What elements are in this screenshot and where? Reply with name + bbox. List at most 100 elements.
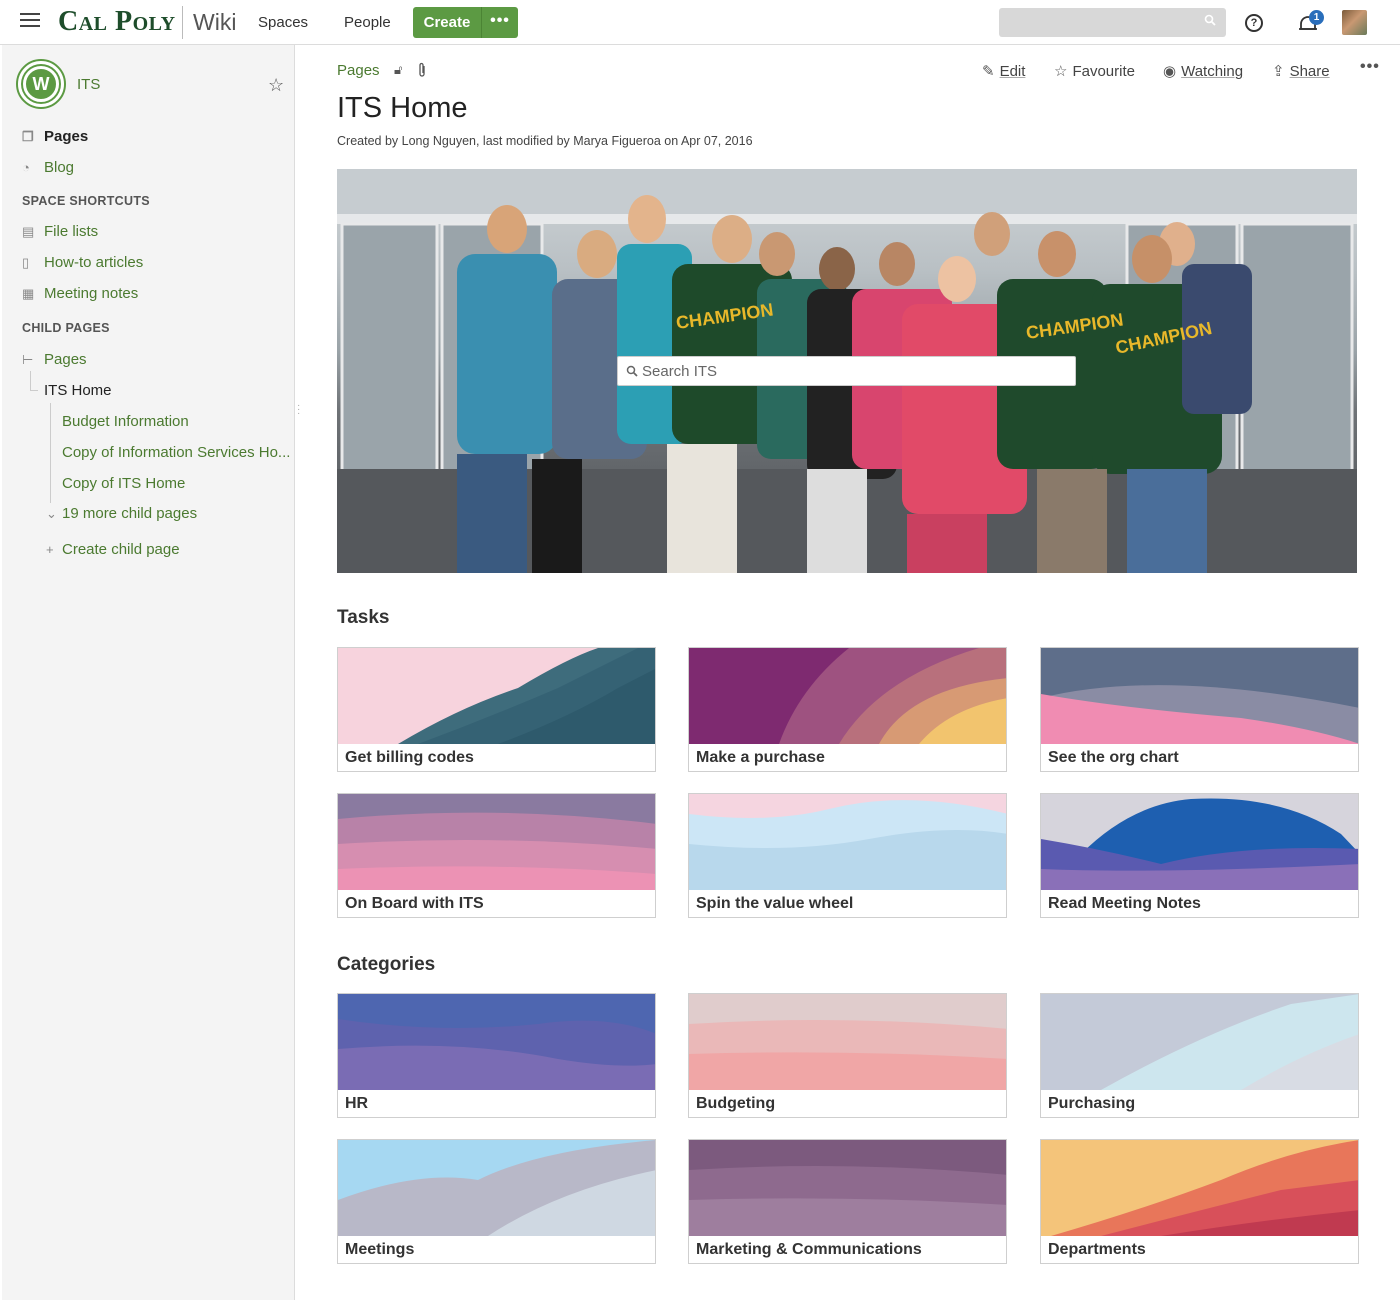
top-navigation-bar: Cal Poly Wiki Spaces People Create ••• ?… [0, 0, 1400, 45]
card-label: Meetings [345, 1241, 415, 1258]
attachment-icon[interactable] [417, 62, 427, 78]
page-tree-icon: ⊢ [22, 352, 34, 367]
category-card-marketing[interactable]: Marketing & Communications [688, 1139, 1007, 1264]
space-name[interactable]: ITS [77, 76, 100, 93]
child-pages-heading: CHILD PAGES [22, 321, 110, 335]
card-label: Spin the value wheel [696, 895, 854, 912]
category-card-budgeting[interactable]: Budgeting [688, 993, 1007, 1118]
card-label: Make a purchase [696, 749, 825, 766]
card-banner [338, 794, 655, 890]
task-card-make-purchase[interactable]: Make a purchase [688, 647, 1007, 772]
pencil-icon: ✎ [982, 63, 995, 80]
more-child-pages-label: 19 more child pages [62, 505, 198, 522]
create-child-page-label: Create child page [62, 541, 180, 558]
category-card-purchasing[interactable]: Purchasing [1040, 993, 1359, 1118]
global-search-input[interactable] [999, 8, 1226, 37]
notification-count-badge[interactable]: 1 [1309, 10, 1324, 25]
tree-connector [30, 371, 31, 391]
categories-heading: Categories [337, 954, 436, 975]
more-actions-icon[interactable]: ••• [1360, 58, 1380, 76]
card-banner [1041, 794, 1358, 890]
hero-search-input[interactable]: Search ITS [617, 356, 1076, 386]
shortcut-label: File lists [44, 223, 99, 240]
rss-icon: ◔ [22, 160, 30, 175]
sidebar-item-blog[interactable]: ◔ Blog [22, 159, 74, 176]
file-list-icon: ▤ [22, 224, 35, 239]
card-banner [689, 1140, 1006, 1236]
card-banner [1041, 1140, 1358, 1236]
calendar-icon: ▦ [22, 286, 35, 301]
card-banner [689, 994, 1006, 1090]
sidebar-item-pages[interactable]: ❐ Pages [22, 128, 88, 145]
card-label: Read Meeting Notes [1048, 895, 1201, 912]
create-button[interactable]: Create [413, 7, 481, 38]
task-card-billing-codes[interactable]: Get billing codes [337, 647, 656, 772]
card-banner [689, 648, 1006, 744]
sidebar-item-label: Pages [44, 128, 89, 145]
task-card-meeting-notes[interactable]: Read Meeting Notes [1040, 793, 1359, 918]
card-banner [338, 1140, 655, 1236]
card-label: Marketing & Communications [696, 1241, 922, 1258]
create-more-button[interactable]: ••• [481, 7, 518, 38]
card-label: See the org chart [1048, 749, 1179, 766]
shortcut-how-to-articles[interactable]: ▯ How-to articles [22, 254, 143, 271]
breadcrumb[interactable]: Pages [337, 62, 380, 79]
category-card-hr[interactable]: HR [337, 993, 656, 1118]
more-child-pages-toggle[interactable]: ⌄ 19 more child pages [46, 505, 197, 522]
unlocked-icon[interactable]: 🔓︎ [394, 62, 402, 78]
document-icon: ▯ [22, 255, 30, 270]
space-logo[interactable]: W [16, 59, 66, 109]
card-label: HR [345, 1095, 369, 1112]
sidebar-resize-handle[interactable]: · · · [297, 401, 301, 419]
star-icon[interactable]: ☆ [268, 75, 284, 96]
category-card-departments[interactable]: Departments [1040, 1139, 1359, 1264]
sidebar-item-label: Blog [44, 159, 75, 176]
tree-item-current[interactable]: ITS Home [44, 382, 112, 399]
tree-item-label: Pages [44, 351, 87, 368]
favourite-button[interactable]: ☆ Favourite [1054, 62, 1135, 80]
help-icon[interactable]: ? [1245, 14, 1263, 32]
tree-child-item[interactable]: Budget Information [62, 413, 189, 430]
tree-child-item[interactable]: Copy of Information Services Ho... [62, 444, 290, 461]
hero-search-placeholder: Search ITS [642, 363, 718, 380]
menu-icon[interactable] [20, 13, 40, 31]
card-label: On Board with ITS [345, 895, 484, 912]
chevron-down-icon: ⌄ [46, 506, 57, 521]
create-child-page-link[interactable]: + Create child page [46, 541, 180, 558]
card-banner [1041, 994, 1358, 1090]
star-icon: ☆ [1054, 63, 1068, 80]
space-sidebar: W ITS ☆ ❐ Pages ◔ Blog SPACE SHORTCUTS ▤ Fi… [2, 45, 295, 1300]
card-banner [689, 794, 1006, 890]
tree-connector [30, 390, 38, 391]
share-button[interactable]: ⇪ Share [1272, 62, 1330, 80]
card-banner [1041, 648, 1358, 744]
nav-people[interactable]: People [344, 14, 391, 31]
search-icon [626, 365, 638, 377]
tree-root-pages[interactable]: ⊢ Pages [22, 351, 87, 368]
task-card-value-wheel[interactable]: Spin the value wheel [688, 793, 1007, 918]
space-shortcuts-heading: SPACE SHORTCUTS [22, 194, 150, 208]
card-banner [338, 648, 655, 744]
cal-poly-logo[interactable]: Cal Poly [58, 6, 176, 38]
card-label: Get billing codes [345, 749, 474, 766]
share-icon: ⇪ [1272, 63, 1285, 80]
user-avatar[interactable] [1342, 10, 1367, 35]
task-card-on-board[interactable]: On Board with ITS [337, 793, 656, 918]
space-logo-letter: W [23, 66, 59, 102]
shortcut-label: How-to articles [44, 254, 144, 271]
search-icon [1204, 14, 1216, 26]
shortcut-file-lists[interactable]: ▤ File lists [22, 223, 98, 240]
shortcut-meeting-notes[interactable]: ▦ Meeting notes [22, 285, 138, 302]
watching-button[interactable]: ◉ Watching [1163, 62, 1243, 80]
wiki-label[interactable]: Wiki [193, 9, 236, 36]
card-label: Budgeting [696, 1095, 776, 1112]
tree-child-item[interactable]: Copy of ITS Home [62, 475, 185, 492]
category-card-meetings[interactable]: Meetings [337, 1139, 656, 1264]
card-banner [338, 994, 655, 1090]
share-label: Share [1289, 63, 1330, 80]
task-card-org-chart[interactable]: See the org chart [1040, 647, 1359, 772]
watching-label: Watching [1181, 63, 1244, 80]
edit-button[interactable]: ✎ Edit [982, 62, 1025, 80]
edit-label: Edit [999, 63, 1026, 80]
nav-spaces[interactable]: Spaces [258, 14, 308, 31]
